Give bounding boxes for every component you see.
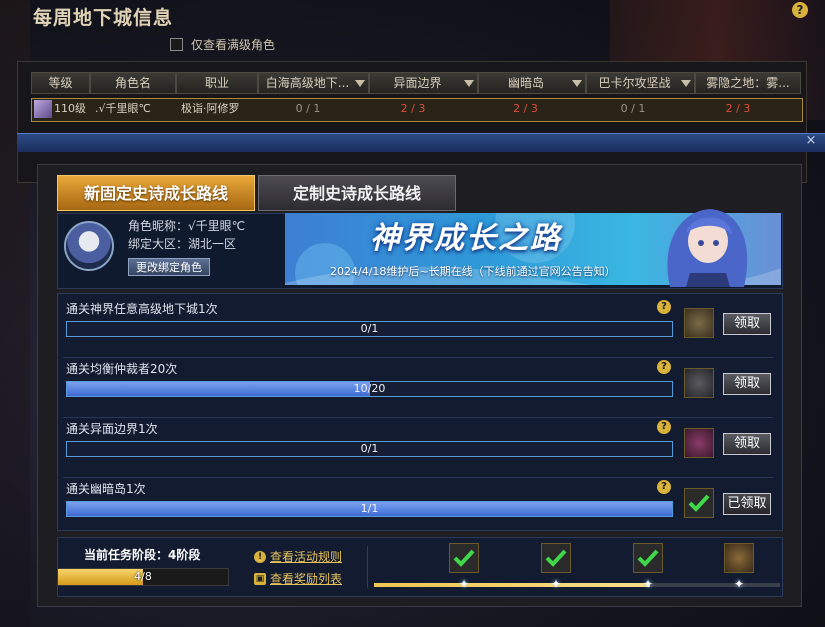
col-job[interactable]: 职业 bbox=[176, 72, 258, 94]
quest-progress-bar: 10/20 bbox=[66, 381, 673, 397]
quest-progress-bar: 0/1 bbox=[66, 321, 673, 337]
window-title: 每周地下城信息 bbox=[33, 7, 174, 29]
quest-progress-bar: 0/1 bbox=[66, 441, 673, 457]
star-icon: ✦ bbox=[550, 577, 562, 591]
row-cell: 2 / 3 bbox=[725, 102, 751, 115]
col-name[interactable]: 角色名 bbox=[90, 72, 176, 94]
quest-label: 通关均衡仲裁者20次 bbox=[66, 362, 178, 376]
row-cell: 0 / 1 bbox=[620, 102, 646, 115]
rules-link[interactable]: ! 查看活动规则 bbox=[254, 548, 342, 565]
claimed-button[interactable]: 已领取 bbox=[723, 493, 771, 515]
quest-label: 通关幽暗岛1次 bbox=[66, 482, 146, 496]
quest-progress-value: 0/1 bbox=[360, 322, 379, 335]
row-name: .√千里眼℃ bbox=[95, 102, 151, 115]
divider bbox=[367, 546, 368, 588]
row-job: 极诣·阿修罗 bbox=[181, 102, 240, 115]
checkmark-icon bbox=[684, 488, 714, 518]
star-icon: ✦ bbox=[458, 577, 470, 591]
rules-link-label: 查看活动规则 bbox=[270, 550, 343, 564]
claim-button[interactable]: 领取 bbox=[723, 433, 771, 455]
checkbox[interactable] bbox=[170, 38, 183, 51]
col-label: 异面边界 bbox=[393, 76, 442, 90]
col-dungeon-2[interactable]: 异面边界 bbox=[369, 72, 478, 94]
help-icon[interactable]: ? bbox=[657, 300, 671, 314]
col-dungeon-5[interactable]: 雾隐之地：雾... bbox=[695, 72, 801, 94]
chevron-down-icon bbox=[572, 80, 582, 87]
divider bbox=[63, 357, 773, 358]
tab-fixed-route[interactable]: 新固定史诗成长路线 bbox=[57, 175, 255, 211]
chevron-down-icon bbox=[464, 80, 474, 87]
stage-reward-checkmark-icon[interactable] bbox=[541, 543, 571, 573]
col-label: 巴卡尔攻坚战 bbox=[598, 76, 671, 90]
chevron-down-icon bbox=[355, 80, 365, 87]
avatar bbox=[64, 221, 114, 271]
col-level[interactable]: 等级 bbox=[31, 72, 90, 94]
quest-progress-value: 0/1 bbox=[360, 442, 379, 455]
table-header: 等级 角色名 职业 白海高级地下... 异面边界 幽暗岛 巴卡尔攻坚战 雾隐之地… bbox=[31, 72, 801, 94]
character-avatar bbox=[34, 100, 52, 118]
divider bbox=[63, 417, 773, 418]
help-icon[interactable]: ? bbox=[792, 2, 808, 18]
reward-box-icon bbox=[684, 368, 714, 398]
filter-max-level[interactable]: 仅查看满级角色 bbox=[170, 36, 275, 53]
banner-title: 神界成长之路 bbox=[370, 221, 562, 256]
banner-character-icon bbox=[667, 209, 748, 287]
close-icon[interactable]: × bbox=[804, 133, 818, 149]
rewards-link-label: 查看奖励列表 bbox=[270, 572, 343, 586]
help-icon[interactable]: ? bbox=[657, 360, 671, 374]
reward-box-icon bbox=[684, 428, 714, 458]
claim-button[interactable]: 领取 bbox=[723, 313, 771, 335]
stage-reward-checkmark-icon[interactable] bbox=[449, 543, 479, 573]
row-level: 110级 bbox=[54, 102, 86, 115]
change-character-button[interactable]: 更改绑定角色 bbox=[128, 258, 210, 276]
quest-label: 通关异面边界1次 bbox=[66, 422, 158, 436]
dialog-titlebar[interactable] bbox=[17, 133, 825, 152]
star-icon: ✦ bbox=[642, 577, 654, 591]
help-icon[interactable]: ? bbox=[657, 480, 671, 494]
stage-track-fill bbox=[374, 583, 651, 587]
tab-custom-route[interactable]: 定制史诗成长路线 bbox=[258, 175, 456, 211]
col-dungeon-1[interactable]: 白海高级地下... bbox=[258, 72, 369, 94]
help-icon[interactable]: ? bbox=[657, 420, 671, 434]
filter-label: 仅查看满级角色 bbox=[191, 38, 276, 52]
claim-button[interactable]: 领取 bbox=[723, 373, 771, 395]
chevron-down-icon bbox=[681, 80, 691, 87]
quest-progress-bar: 1/1 bbox=[66, 501, 673, 517]
row-cell: 2 / 3 bbox=[513, 102, 538, 115]
quest-progress-value: 1/1 bbox=[360, 502, 379, 515]
star-icon: ✦ bbox=[733, 577, 745, 591]
table-row[interactable]: 110级 .√千里眼℃ 极诣·阿修罗 0 / 1 2 / 3 2 / 3 0 /… bbox=[31, 98, 803, 122]
col-dungeon-3[interactable]: 幽暗岛 bbox=[478, 72, 586, 94]
profile-nickname: 角色昵称：√千里眼℃ bbox=[128, 219, 246, 233]
rewards-link[interactable]: ▣ 查看奖励列表 bbox=[254, 570, 342, 587]
gift-icon: ▣ bbox=[254, 572, 266, 585]
row-cell: 2 / 3 bbox=[400, 102, 426, 115]
quest-label: 通关神界任意高级地下城1次 bbox=[66, 302, 218, 316]
banner-subtitle: 2024/4/18维护后~长期在线（下线前通过官网公告告知） bbox=[330, 265, 616, 278]
col-label: 幽暗岛 bbox=[507, 76, 544, 90]
quest-progress-value: 10/20 bbox=[353, 382, 386, 395]
info-icon: ! bbox=[254, 550, 266, 563]
stage-track bbox=[374, 583, 780, 587]
stage-reward-box-icon[interactable] bbox=[724, 543, 754, 573]
col-dungeon-4[interactable]: 巴卡尔攻坚战 bbox=[586, 72, 695, 94]
stage-reward-checkmark-icon[interactable] bbox=[633, 543, 663, 573]
stage-progress-bar: 4/8 bbox=[57, 568, 229, 586]
col-label: 白海高级地下... bbox=[265, 76, 350, 90]
reward-box-icon bbox=[684, 308, 714, 338]
divider bbox=[63, 477, 773, 478]
profile-zone: 绑定大区：湖北一区 bbox=[128, 237, 237, 251]
stage-label: 当前任务阶段：4阶段 bbox=[84, 548, 201, 562]
row-cell: 0 / 1 bbox=[295, 102, 321, 115]
stage-progress-value: 4/8 bbox=[134, 570, 152, 583]
